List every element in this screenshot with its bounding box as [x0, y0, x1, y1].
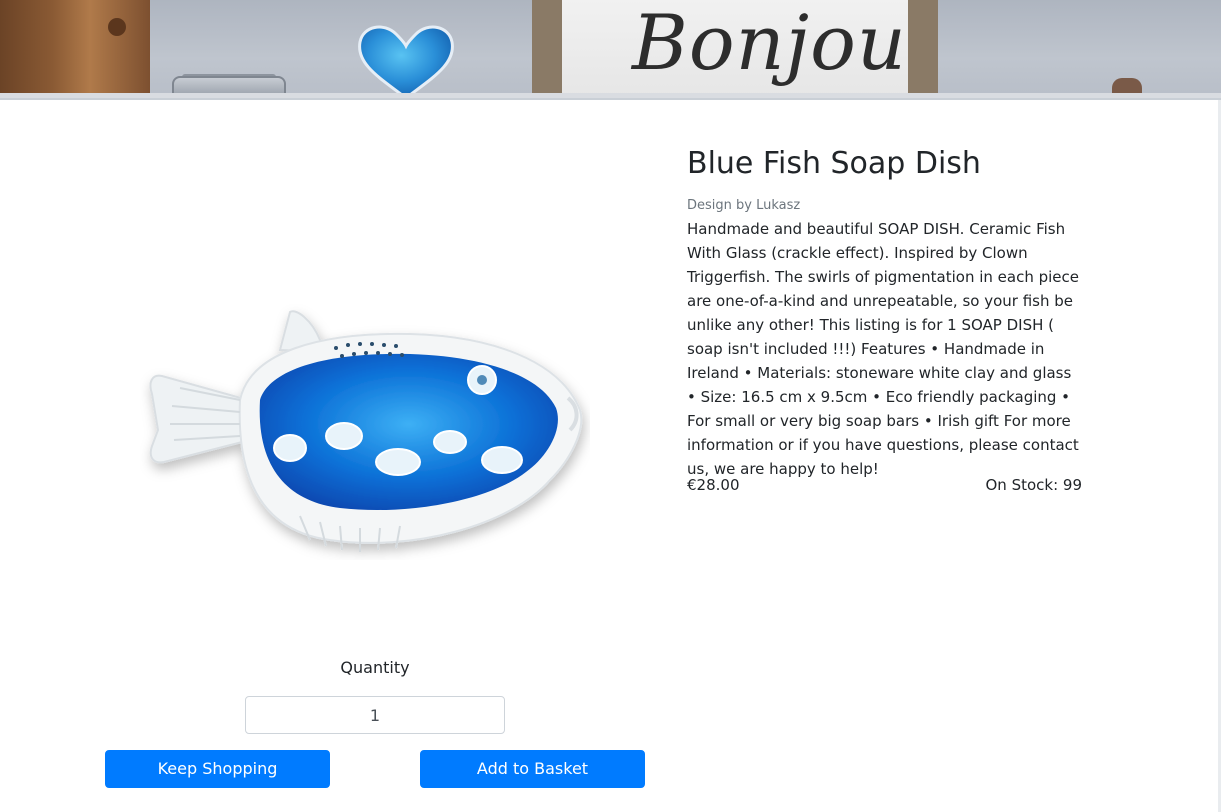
quantity-label: Quantity [340, 658, 410, 677]
banner-board-hole [108, 18, 126, 36]
stock-count: On Stock: 99 [985, 476, 1082, 494]
banner-heart-ornament [358, 25, 454, 98]
banner-sign-frame: Bonjour [532, 0, 938, 98]
banner-sign-text: Bonjour [632, 0, 908, 87]
banner-cutting-board [0, 0, 150, 98]
quantity-input[interactable] [245, 696, 505, 734]
banner-divider [0, 98, 1221, 100]
add-to-basket-button[interactable]: Add to Basket [420, 750, 645, 788]
keep-shopping-button[interactable]: Keep Shopping [105, 750, 330, 788]
product-title: Blue Fish Soap Dish [687, 146, 981, 181]
hero-banner: Bonjour [0, 0, 1221, 98]
product-image [149, 310, 583, 552]
product-price: €28.00 [687, 476, 740, 494]
product-description: Handmade and beautiful SOAP DISH. Cerami… [687, 220, 1080, 478]
product-designer: Design by Lukasz [687, 198, 801, 213]
